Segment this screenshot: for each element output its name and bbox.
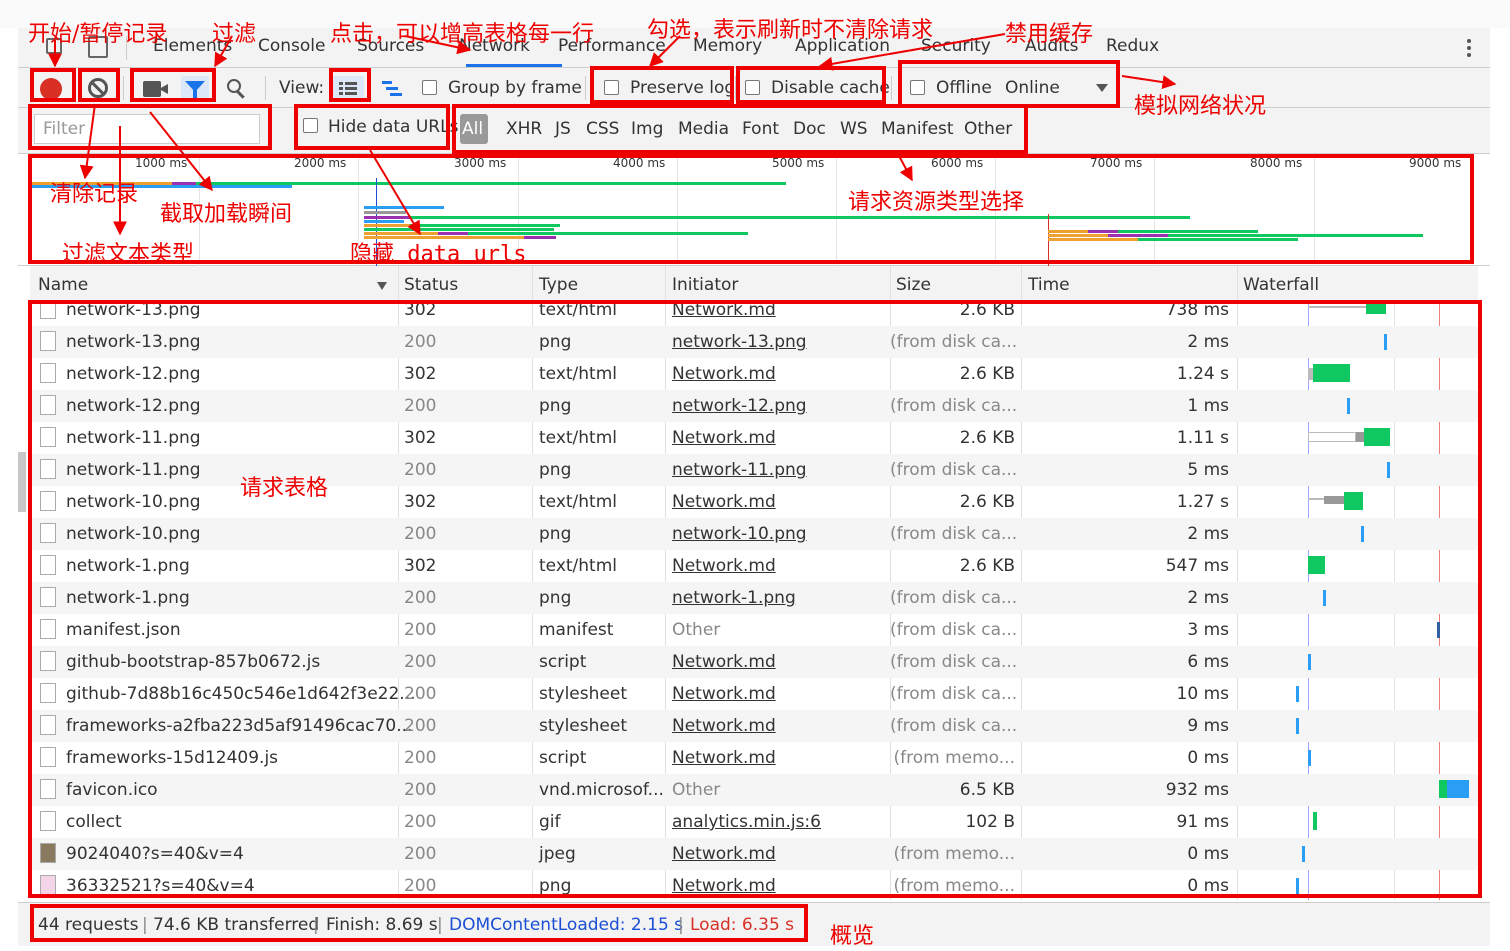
column-type[interactable]: Type: [539, 275, 578, 295]
note-resource-type: 请求资源类型选择: [848, 190, 1025, 215]
note-disable-cache: 禁用缓存: [1005, 22, 1094, 47]
note-filter: 过滤: [212, 22, 257, 47]
note-request-table: 请求表格: [240, 476, 329, 501]
column-initiator[interactable]: Initiator: [672, 275, 738, 295]
note-filter-text: 过滤文本类型: [62, 242, 195, 267]
annotation-box-type-filter: [452, 104, 1028, 154]
toolbar-sep: [891, 76, 892, 100]
sort-desc-icon[interactable]: [377, 282, 387, 290]
note-hide-data-urls: 隐藏 data urls: [350, 242, 527, 267]
note-simulate-network: 模拟网络状况: [1134, 94, 1267, 119]
annotation-box-record: [30, 68, 76, 102]
overview-toggle-icon[interactable]: [380, 79, 404, 99]
more-menu-icon[interactable]: [1466, 38, 1472, 58]
column-size[interactable]: Size: [896, 275, 931, 295]
annotation-box-status: [30, 904, 808, 942]
note-overview: 概览: [830, 924, 875, 949]
note-preserve: 勾选，表示刷新时不清除请求: [647, 18, 934, 43]
active-tab-underline: [466, 64, 562, 67]
column-waterfall[interactable]: Waterfall: [1243, 275, 1319, 295]
request-table-header: Name Status Type Initiator Size Time Wat…: [30, 266, 1478, 302]
annotation-box-preserve-log: [590, 66, 734, 104]
annotation-box-disable-cache: [736, 66, 886, 104]
column-time[interactable]: Time: [1028, 275, 1070, 295]
annotation-box-view: [329, 68, 371, 102]
toolbar-sep: [585, 76, 586, 100]
note-start-stop: 开始/暂停记录: [28, 22, 168, 47]
annotation-box-throttling: [898, 60, 1120, 108]
annotation-box-clear: [78, 68, 120, 102]
tab-redux[interactable]: Redux: [1106, 36, 1159, 56]
column-status[interactable]: Status: [404, 275, 458, 295]
toolbar-sep: [123, 76, 124, 100]
search-icon[interactable]: [227, 79, 247, 99]
view-label: View:: [279, 78, 325, 98]
tab-console[interactable]: Console: [258, 36, 326, 56]
note-click-row: 点击，可以增高表格每一行: [330, 22, 595, 47]
column-name[interactable]: Name: [38, 275, 88, 295]
annotation-box-table: [28, 300, 1482, 898]
annotation-box-filter-input: [28, 104, 272, 150]
annotation-box-capture-filter: [130, 68, 216, 102]
group-by-frame-checkbox[interactable]: [422, 80, 437, 95]
note-clear-log: 清除记录: [50, 182, 139, 207]
toolbar-sep: [265, 76, 266, 100]
note-screenshot: 截取加载瞬间: [160, 202, 293, 227]
left-edge-scroll: [18, 452, 26, 512]
annotation-box-hide-data-urls: [294, 104, 450, 150]
group-by-frame-label: Group by frame: [448, 78, 582, 98]
